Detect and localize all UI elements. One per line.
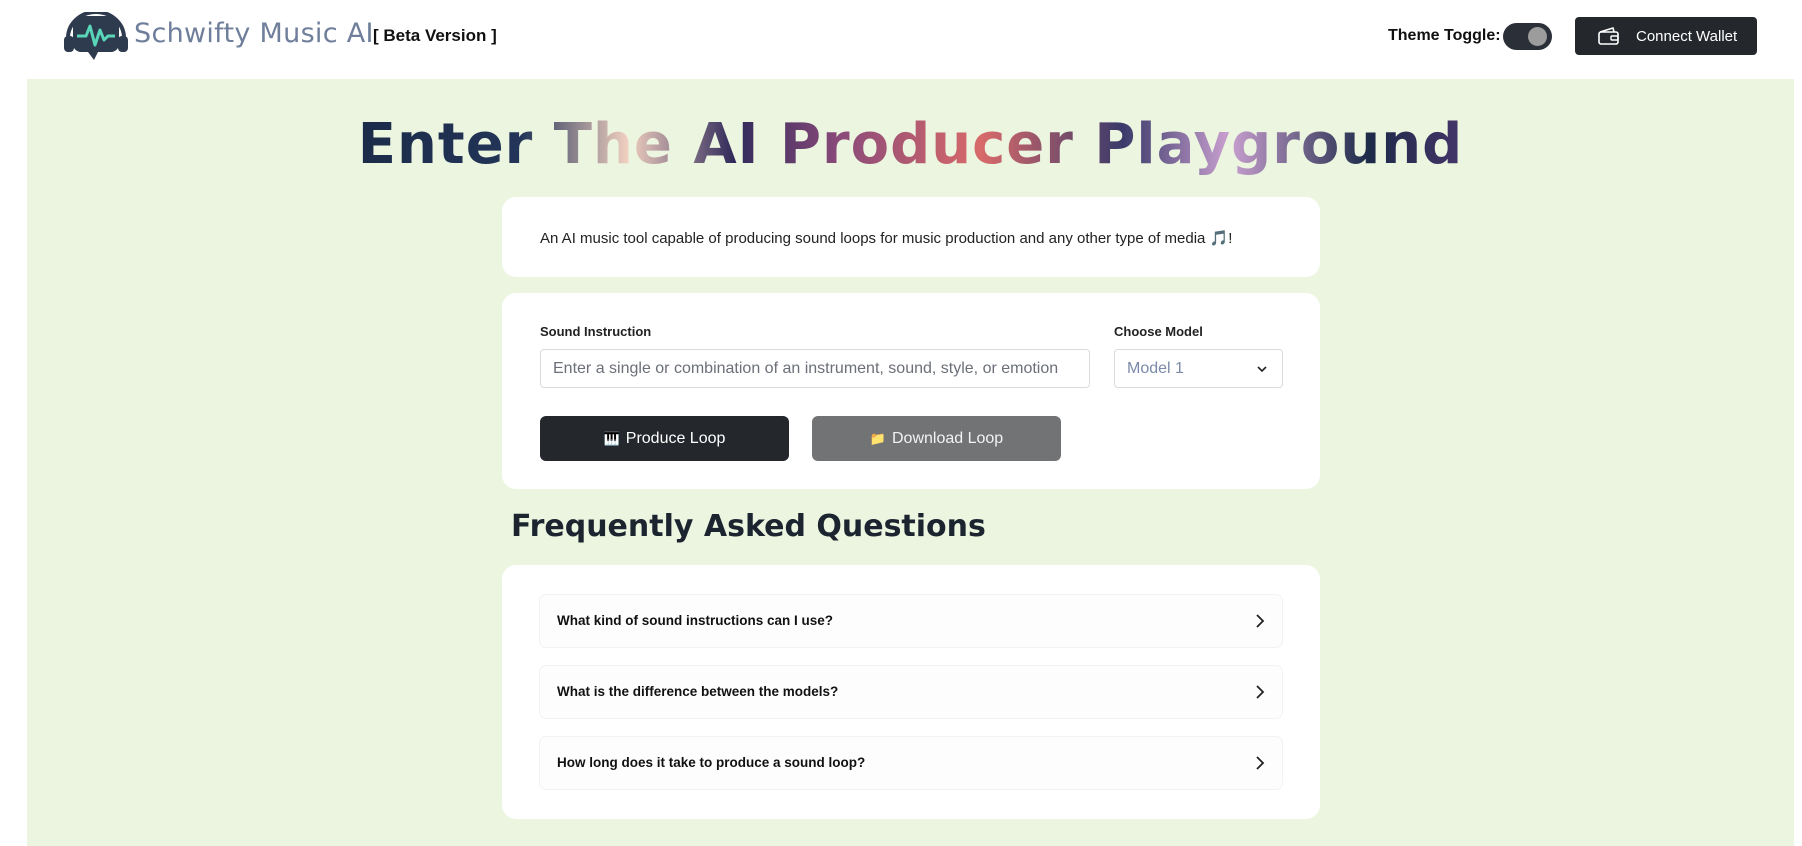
chevron-right-icon — [1256, 614, 1265, 628]
main-content: Enter The AI Producer Playground An AI m… — [27, 79, 1794, 846]
folder-icon: 📁 — [869, 430, 886, 446]
produce-loop-label: Produce Loop — [625, 429, 726, 447]
sound-instruction-input[interactable] — [540, 349, 1090, 388]
faq-question: How long does it take to produce a sound… — [557, 755, 866, 770]
produce-loop-button[interactable]: 🎹 Produce Loop — [540, 416, 789, 461]
connect-wallet-label: Connect Wallet — [1636, 27, 1738, 45]
theme-toggle-label: Theme Toggle: — [1388, 27, 1501, 44]
brand-name[interactable]: Schwifty Music AI — [134, 18, 374, 49]
sound-instruction-label: Sound Instruction — [540, 324, 652, 339]
piano-icon: 🎹 — [603, 430, 620, 446]
description-card: An AI music tool capable of producing so… — [502, 197, 1320, 277]
theme-toggle[interactable] — [1503, 23, 1552, 50]
chevron-right-icon — [1256, 756, 1265, 770]
description-text: An AI music tool capable of producing so… — [540, 230, 1233, 247]
connect-wallet-button[interactable]: Connect Wallet — [1575, 17, 1757, 55]
chevron-right-icon — [1256, 685, 1265, 699]
model-select[interactable]: Model 1 — [1114, 349, 1283, 388]
faq-item[interactable]: What is the difference between the model… — [540, 666, 1282, 718]
faq-title: Frequently Asked Questions — [511, 509, 986, 544]
loop-form-card: Sound Instruction Choose Model Model 1 🎹… — [502, 293, 1320, 489]
model-selected-value: Model 1 — [1127, 359, 1184, 377]
wallet-icon — [1598, 27, 1619, 45]
faq-question: What is the difference between the model… — [557, 684, 839, 699]
faq-card: What kind of sound instructions can I us… — [502, 565, 1320, 819]
faq-item[interactable]: What kind of sound instructions can I us… — [540, 595, 1282, 647]
toggle-knob — [1528, 27, 1547, 46]
download-loop-button[interactable]: 📁 Download Loop — [812, 416, 1061, 461]
top-header: Schwifty Music AI [ Beta Version ] Theme… — [0, 0, 1802, 79]
faq-question: What kind of sound instructions can I us… — [557, 613, 834, 628]
choose-model-label: Choose Model — [1114, 324, 1203, 339]
logo-icon[interactable] — [64, 12, 128, 60]
chevron-down-icon — [1257, 366, 1267, 373]
hero-title: Enter The AI Producer Playground — [27, 112, 1794, 177]
download-loop-label: Download Loop — [891, 429, 1004, 447]
faq-item[interactable]: How long does it take to produce a sound… — [540, 737, 1282, 789]
beta-badge: [ Beta Version ] — [373, 26, 497, 45]
